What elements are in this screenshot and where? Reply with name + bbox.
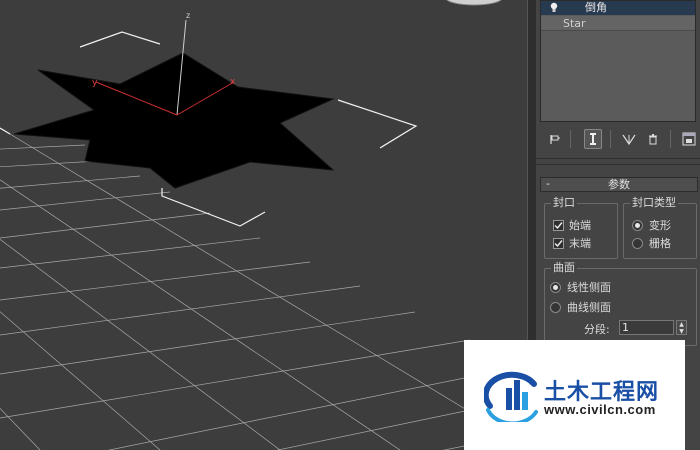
toolbar-divider — [670, 130, 671, 148]
cap-type-grid-label: 栅格 — [649, 237, 671, 250]
spinner-up-icon[interactable]: ▲ — [677, 321, 686, 328]
toolbar-divider — [570, 130, 571, 148]
radio-unselected-icon — [550, 301, 561, 313]
cap-start-label: 始端 — [569, 219, 591, 232]
segments-label: 分段: — [584, 323, 610, 336]
modifier-stack[interactable]: 倒角 Star — [540, 0, 696, 122]
segments-spinner[interactable]: ▲ ▼ — [676, 320, 687, 335]
stack-item-star-label: Star — [563, 17, 586, 30]
show-end-result-icon — [590, 133, 596, 145]
parameters-rollout-header[interactable]: - 参数 — [540, 177, 698, 192]
cap-group: 封口 始端 末端 — [544, 196, 618, 259]
stack-item-bevel[interactable]: 倒角 — [541, 1, 695, 15]
make-unique-icon — [622, 134, 636, 145]
viewcube-fragment[interactable] — [446, 0, 502, 6]
axis-z-label: z — [186, 11, 190, 20]
cap-type-morph-label: 变形 — [649, 219, 671, 232]
segments-input[interactable]: 1 — [619, 320, 674, 335]
checkbox-checked-icon — [553, 237, 564, 249]
linear-sides-radio[interactable]: 线性侧面 — [550, 280, 611, 294]
parameters-rollout-title: 参数 — [608, 178, 630, 191]
panel-divider — [536, 164, 700, 165]
stack-item-bevel-label: 倒角 — [585, 1, 607, 14]
cap-type-morph-radio[interactable]: 变形 — [632, 218, 671, 232]
viewport-scene: z y x — [0, 0, 502, 450]
radio-selected-icon — [550, 281, 561, 293]
spinner-down-icon[interactable]: ▼ — [677, 328, 686, 335]
cap-end-label: 末端 — [569, 237, 591, 250]
configure-sets-button[interactable] — [680, 129, 698, 149]
configure-sets-icon — [682, 132, 696, 146]
star-shape[interactable] — [13, 52, 335, 189]
radio-selected-icon — [632, 219, 643, 231]
show-end-result-button[interactable] — [584, 129, 602, 149]
toolbar-divider — [610, 130, 611, 148]
pin-stack-button[interactable] — [546, 129, 564, 149]
remove-modifier-icon — [649, 134, 657, 145]
pin-stack-icon — [550, 135, 560, 144]
watermark-url: www.civilcn.com — [544, 402, 656, 417]
cap-end-checkbox[interactable]: 末端 — [553, 236, 591, 250]
remove-modifier-button[interactable] — [644, 129, 662, 149]
stack-item-star[interactable]: Star — [541, 16, 695, 31]
watermark: 土木工程网 www.civilcn.com — [464, 340, 685, 450]
cap-group-label: 封口 — [551, 196, 577, 210]
home-grid — [0, 127, 501, 450]
surface-group-label: 曲面 — [551, 261, 577, 275]
make-unique-button[interactable] — [620, 129, 638, 149]
axis-y-label: y — [92, 78, 98, 88]
cap-type-grid-radio[interactable]: 栅格 — [632, 236, 671, 250]
checkbox-checked-icon — [553, 219, 564, 231]
curved-sides-radio[interactable]: 曲线侧面 — [550, 300, 611, 314]
linear-sides-label: 线性侧面 — [567, 281, 611, 294]
axis-x-label: x — [230, 77, 236, 87]
cap-type-group: 封口类型 变形 栅格 — [623, 196, 697, 259]
curved-sides-label: 曲线侧面 — [567, 301, 611, 314]
lightbulb-icon[interactable] — [549, 2, 559, 13]
stack-toolbar — [540, 126, 700, 152]
cap-start-checkbox[interactable]: 始端 — [553, 218, 591, 232]
panel-divider — [536, 158, 700, 159]
cap-type-group-label: 封口类型 — [630, 196, 678, 210]
perspective-viewport[interactable]: z y x — [0, 0, 527, 450]
radio-unselected-icon — [632, 237, 643, 249]
civilcn-logo-icon — [484, 371, 538, 422]
